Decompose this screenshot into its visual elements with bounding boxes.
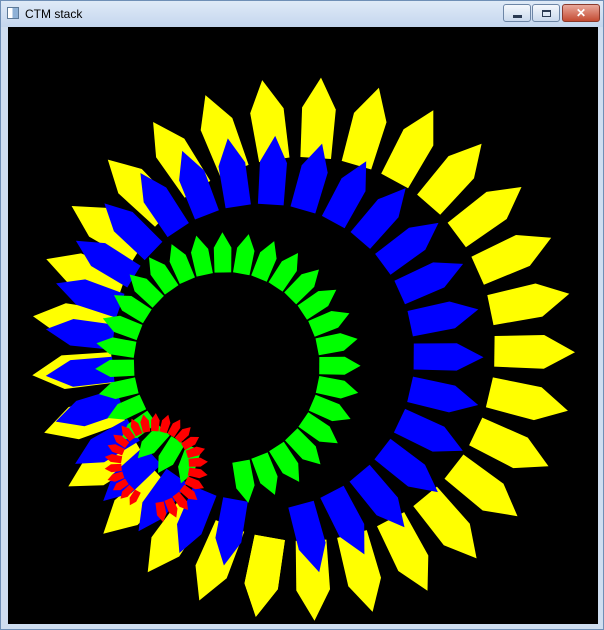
green-tile [191, 235, 213, 277]
yellow-tile [494, 335, 575, 369]
maximize-icon [541, 9, 551, 17]
green-tile [251, 452, 278, 495]
red-tile [187, 467, 208, 479]
minimize-button[interactable] [503, 4, 531, 22]
blue-tile [407, 301, 479, 337]
blue-tile [394, 262, 464, 305]
title-bar[interactable]: CTM stack ✕ [1, 1, 603, 27]
drawing-canvas [8, 27, 598, 624]
yellow-tile [471, 235, 552, 285]
window-title: CTM stack [25, 7, 83, 21]
red-tile [151, 413, 160, 432]
app-window: CTM stack ✕ [0, 0, 604, 630]
maximize-button[interactable] [532, 4, 560, 22]
yellow-tile [300, 77, 336, 159]
window-app-icon[interactable] [7, 7, 19, 19]
blue-tile [321, 161, 367, 229]
yellow-tile [485, 377, 568, 421]
red-tile [188, 457, 208, 467]
yellow-tile [244, 534, 285, 617]
yellow-tile [381, 110, 434, 189]
red-tile [159, 414, 171, 434]
green-tile [315, 376, 359, 399]
close-icon: ✕ [575, 6, 587, 20]
close-button[interactable]: ✕ [562, 4, 600, 22]
blue-tile [179, 150, 219, 220]
yellow-tile [469, 417, 549, 469]
yellow-tile [341, 87, 387, 170]
green-tile [213, 232, 232, 273]
blue-tile [407, 376, 479, 413]
green-tile [233, 234, 255, 276]
blue-tile [413, 343, 484, 371]
green-tile [315, 333, 358, 356]
yellow-tile [487, 283, 570, 326]
green-tile [319, 356, 361, 375]
green-tile [232, 459, 255, 503]
spiral-scene [32, 77, 575, 621]
minimize-icon [512, 14, 522, 18]
blue-tile [393, 408, 463, 452]
